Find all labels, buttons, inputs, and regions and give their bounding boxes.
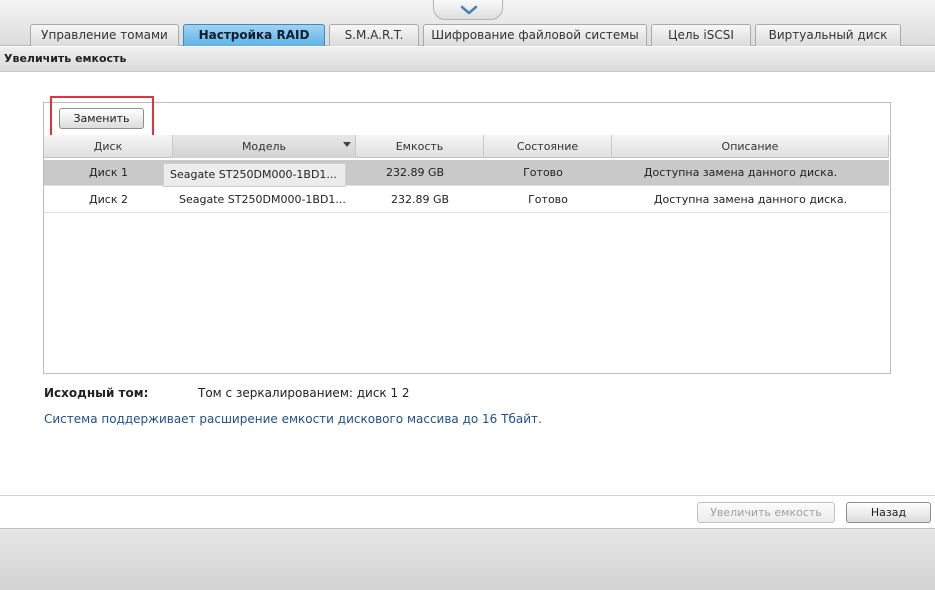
cell-description: Доступна замена данного диска.	[643, 166, 838, 179]
tab-filesystem-encryption[interactable]: Шифрование файловой системы	[423, 24, 647, 46]
tab-virtual-disk[interactable]: Виртуальный диск	[755, 24, 901, 46]
capacity-support-note: Система поддерживает расширение емкости …	[44, 412, 542, 426]
column-header-disk[interactable]: Диск	[44, 135, 173, 158]
tab-iscsi-target[interactable]: Цель iSCSI	[651, 24, 751, 46]
tab-volume-management[interactable]: Управление томами	[30, 24, 179, 46]
column-header-capacity[interactable]: Емкость	[356, 135, 484, 158]
cell-disk: Диск 2	[89, 193, 128, 206]
back-button[interactable]: Назад	[846, 502, 931, 523]
cell-capacity: 232.89 GB	[385, 166, 445, 179]
section-title: Увеличить емкость	[4, 52, 127, 65]
source-volume-value: Том с зеркалированием: диск 1 2	[198, 386, 410, 400]
source-volume-label: Исходный том:	[44, 386, 149, 400]
cell-state: Готово	[528, 193, 568, 206]
bottom-bar	[0, 528, 935, 590]
grid-header: Диск Модель Емкость Состояние Описание	[44, 135, 889, 158]
column-header-description[interactable]: Описание	[612, 135, 889, 158]
column-header-model-label: Модель	[241, 140, 287, 153]
footer-divider	[0, 495, 935, 496]
tab-raid-settings[interactable]: Настройка RAID	[183, 24, 325, 46]
cell-model: Seagate ST250DM000-1BD1...	[179, 193, 346, 206]
column-header-model[interactable]: Модель	[173, 135, 356, 158]
cell-state: Готово	[523, 166, 563, 179]
top-tab-bar: Управление томами Настройка RAID S.M.A.R…	[0, 0, 935, 46]
cell-capacity: 232.89 GB	[390, 193, 450, 206]
tab-smart[interactable]: S.M.A.R.T.	[329, 24, 419, 46]
cell-description: Доступна замена данного диска.	[653, 193, 848, 206]
collapse-handle[interactable]	[433, 0, 503, 20]
table-row[interactable]: Диск 1 Seagate ST250DM000-1BD1... 232.89…	[44, 160, 889, 187]
table-row[interactable]: Диск 2 Seagate ST250DM000-1BD1... 232.89…	[44, 187, 889, 213]
cell-model: Seagate ST250DM000-1BD1...	[163, 163, 346, 187]
chevron-down-icon	[460, 5, 478, 15]
tab-strip: Управление томами Настройка RAID S.M.A.R…	[30, 24, 905, 46]
column-header-state[interactable]: Состояние	[484, 135, 612, 158]
section-header: Увеличить емкость	[0, 47, 935, 72]
replace-button[interactable]: Заменить	[59, 108, 144, 129]
expand-capacity-button[interactable]: Увеличить емкость	[697, 502, 835, 523]
sort-arrow-icon[interactable]	[343, 142, 351, 147]
cell-disk: Диск 1	[89, 166, 128, 179]
